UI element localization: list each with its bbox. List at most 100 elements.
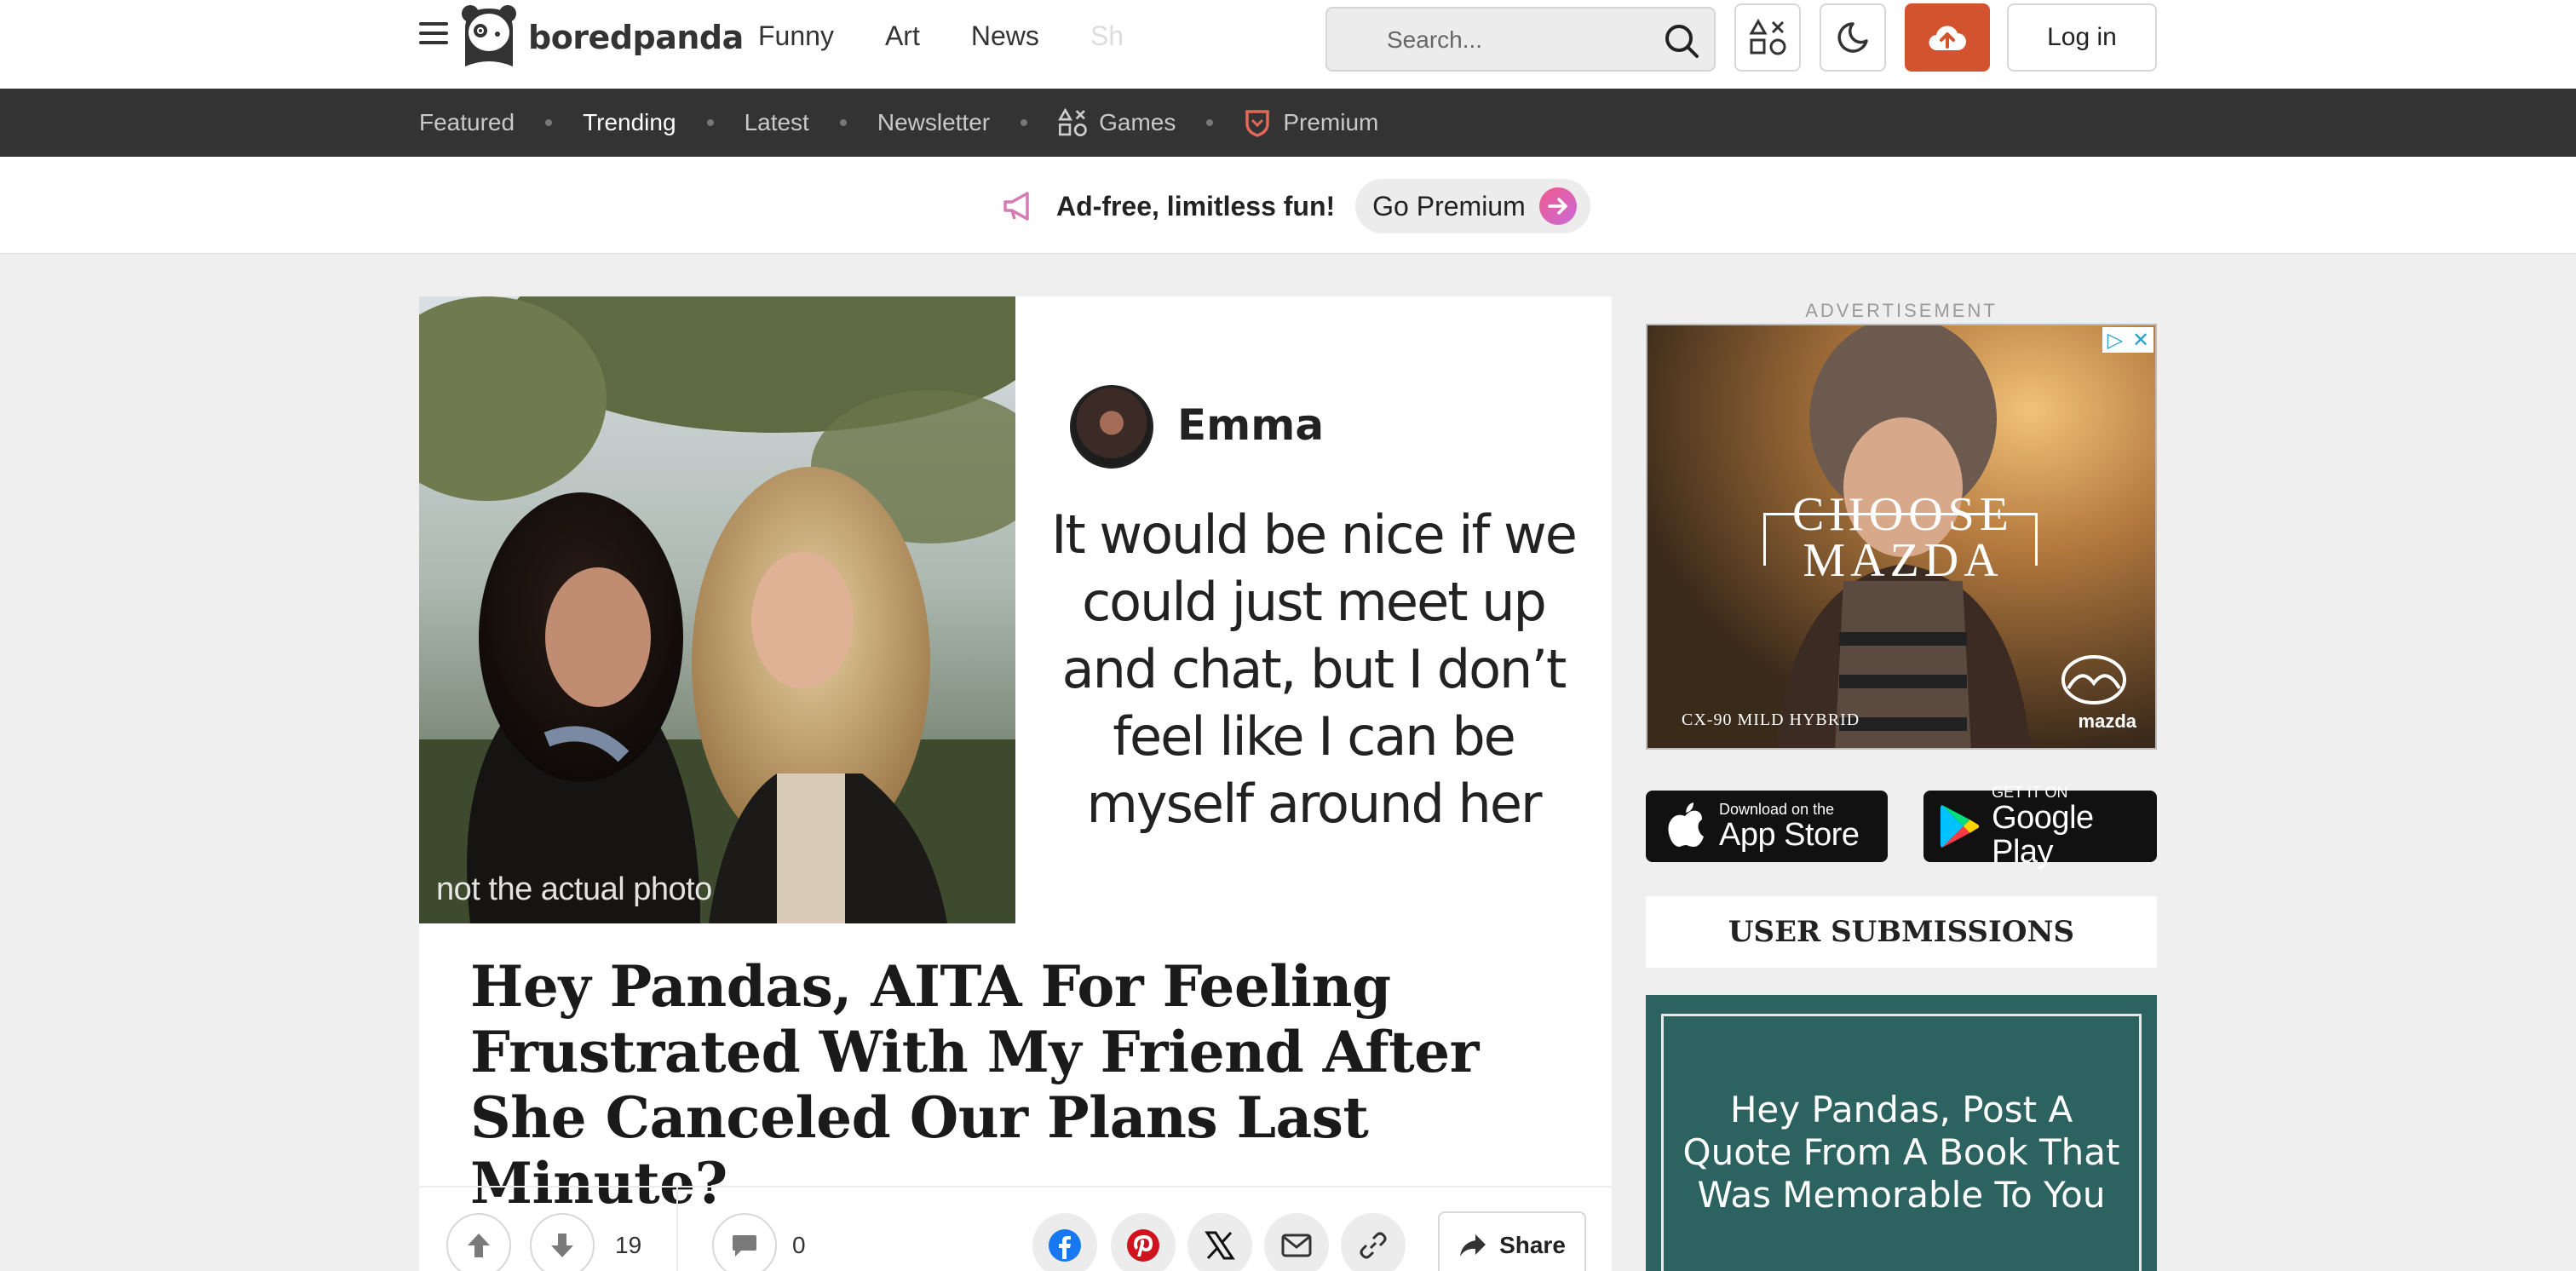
dark-mode-button[interactable] bbox=[1820, 3, 1886, 72]
arrow-down-icon bbox=[551, 1234, 573, 1257]
subnav-featured[interactable]: Featured bbox=[419, 109, 515, 136]
sub-nav: Featured Trending Latest Newsletter Game… bbox=[0, 89, 2576, 157]
pinterest-icon bbox=[1127, 1229, 1159, 1262]
main-nav: Funny Art News Sh bbox=[758, 20, 1175, 52]
promo-text: Ad-free, limitless fun! bbox=[1056, 190, 1336, 221]
google-play-small-text: GET IT ON bbox=[1992, 784, 2068, 801]
arrow-up-icon bbox=[468, 1234, 490, 1257]
arrow-right-icon bbox=[1538, 187, 1577, 225]
ad-subtitle: CX-90 MILD HYBRID bbox=[1682, 710, 1860, 729]
quote-line: could just meet up bbox=[1082, 571, 1547, 633]
nav-shop[interactable]: Sh bbox=[1090, 20, 1124, 52]
ad-brand: mazda bbox=[2078, 710, 2136, 732]
close-icon[interactable]: ✕ bbox=[2128, 327, 2153, 353]
avatar bbox=[1070, 385, 1153, 469]
photo-illustration bbox=[419, 296, 1015, 923]
hero-photo: not the actual photo bbox=[419, 296, 1015, 923]
separator-dot bbox=[545, 119, 553, 126]
submission-card-title: Hey Pandas, Post A Quote From A Book Tha… bbox=[1682, 1089, 2120, 1216]
quote-line: and chat, but I don’t bbox=[1061, 638, 1567, 700]
article-hero-image[interactable]: not the actual photo Emma It would be ni… bbox=[419, 296, 1612, 923]
apple-icon bbox=[1668, 802, 1704, 847]
app-store-button[interactable]: Download on the App Store bbox=[1646, 791, 1888, 862]
comment-count: 0 bbox=[792, 1232, 806, 1258]
share-button[interactable]: Share bbox=[1438, 1211, 1586, 1271]
share-pinterest-button[interactable] bbox=[1111, 1213, 1176, 1271]
divider bbox=[676, 1188, 678, 1271]
subnav-trending[interactable]: Trending bbox=[583, 109, 676, 136]
search-box bbox=[1325, 7, 1716, 72]
ad-title-line2: MAZDA bbox=[1803, 534, 2004, 587]
separator-dot bbox=[839, 119, 847, 126]
upvote-button[interactable] bbox=[446, 1213, 511, 1271]
separator-dot bbox=[706, 119, 714, 126]
shapes-icon bbox=[1749, 19, 1786, 55]
site-logo[interactable]: boredpanda bbox=[460, 2, 744, 73]
app-store-small-text: Download on the bbox=[1719, 801, 1835, 818]
subnav-games-label: Games bbox=[1099, 109, 1176, 135]
quote-panel: Emma It would be nice if we could just m… bbox=[1015, 296, 1612, 923]
go-premium-label: Go Premium bbox=[1372, 190, 1526, 221]
user-submissions-heading[interactable]: USER SUBMISSIONS bbox=[1646, 896, 2157, 968]
subnav-games[interactable]: Games bbox=[1058, 108, 1176, 137]
link-icon bbox=[1360, 1232, 1387, 1259]
ad-close-controls: ▷ ✕ bbox=[2102, 327, 2153, 353]
google-play-label: Google Play bbox=[1992, 800, 2094, 870]
panda-logo-icon bbox=[462, 5, 516, 66]
menu-icon[interactable] bbox=[419, 22, 448, 48]
premium-promo-bar: Ad-free, limitless fun! Go Premium bbox=[0, 157, 2576, 254]
submission-card[interactable]: Hey Pandas, Post A Quote From A Book Tha… bbox=[1646, 995, 2157, 1271]
hero-caption: not the actual photo bbox=[436, 871, 712, 907]
copy-link-button[interactable] bbox=[1341, 1213, 1406, 1271]
x-icon bbox=[1205, 1231, 1235, 1260]
comments-button[interactable] bbox=[712, 1213, 777, 1271]
facebook-icon bbox=[1049, 1229, 1081, 1262]
ad-choices-icon[interactable]: ▷ bbox=[2102, 327, 2128, 353]
mazda-logo-icon bbox=[2061, 655, 2126, 705]
top-header: boredpanda Funny Art News Sh Log in bbox=[0, 0, 2576, 89]
megaphone-icon bbox=[1003, 192, 1029, 221]
comment-icon bbox=[733, 1235, 756, 1257]
article-card: not the actual photo Emma It would be ni… bbox=[419, 296, 1612, 1271]
cloud-upload-icon bbox=[1929, 26, 1966, 51]
vote-count: 19 bbox=[615, 1232, 642, 1258]
ad-label: ADVERTISEMENT bbox=[1805, 300, 1998, 321]
quote-line: It would be nice if we bbox=[1051, 503, 1578, 566]
share-arrow-icon bbox=[1460, 1234, 1486, 1257]
subnav-premium[interactable]: Premium bbox=[1244, 108, 1378, 137]
quote-line: feel like I can be bbox=[1113, 705, 1516, 768]
go-premium-button[interactable]: Go Premium bbox=[1355, 179, 1590, 233]
quote-line: myself around her bbox=[1086, 773, 1543, 835]
moon-icon bbox=[1837, 22, 1868, 53]
separator-dot bbox=[1021, 119, 1028, 126]
nav-news[interactable]: News bbox=[971, 20, 1039, 52]
search-input[interactable] bbox=[1387, 24, 1642, 56]
search-icon[interactable] bbox=[1663, 22, 1700, 60]
downvote-button[interactable] bbox=[530, 1213, 595, 1271]
games-button[interactable] bbox=[1734, 3, 1801, 72]
subnav-premium-label: Premium bbox=[1283, 109, 1379, 135]
shield-icon bbox=[1245, 110, 1270, 137]
nav-art[interactable]: Art bbox=[885, 20, 920, 52]
separator-dot bbox=[1206, 119, 1214, 126]
shapes-icon bbox=[1058, 108, 1087, 137]
share-facebook-button[interactable] bbox=[1032, 1213, 1097, 1271]
subnav-latest[interactable]: Latest bbox=[745, 109, 809, 136]
nav-funny[interactable]: Funny bbox=[758, 20, 834, 52]
login-button[interactable]: Log in bbox=[2007, 3, 2157, 72]
article-actions: 19 0 Share bbox=[419, 1186, 1612, 1271]
upload-button[interactable] bbox=[1905, 3, 1990, 72]
google-play-button[interactable]: GET IT ON Google Play bbox=[1923, 784, 2157, 869]
advertisement[interactable]: ▷ ✕ CHOOSE MAZDA CX-90 MILD HYBRID mazda bbox=[1646, 324, 2157, 750]
subnav-newsletter[interactable]: Newsletter bbox=[877, 109, 990, 136]
app-store-label: App Store bbox=[1719, 817, 1860, 853]
article-title: Hey Pandas, AITA For Feeling Frustrated … bbox=[470, 953, 1479, 1216]
quote-text: It would be nice if we could just meet u… bbox=[1032, 501, 1595, 837]
share-x-button[interactable] bbox=[1187, 1213, 1252, 1271]
quote-author: Emma bbox=[1177, 400, 1325, 450]
share-email-button[interactable] bbox=[1264, 1213, 1329, 1271]
share-label: Share bbox=[1499, 1232, 1566, 1258]
logo-text: boredpanda bbox=[528, 19, 744, 56]
email-icon bbox=[1281, 1234, 1312, 1257]
google-play-icon bbox=[1940, 804, 1980, 848]
